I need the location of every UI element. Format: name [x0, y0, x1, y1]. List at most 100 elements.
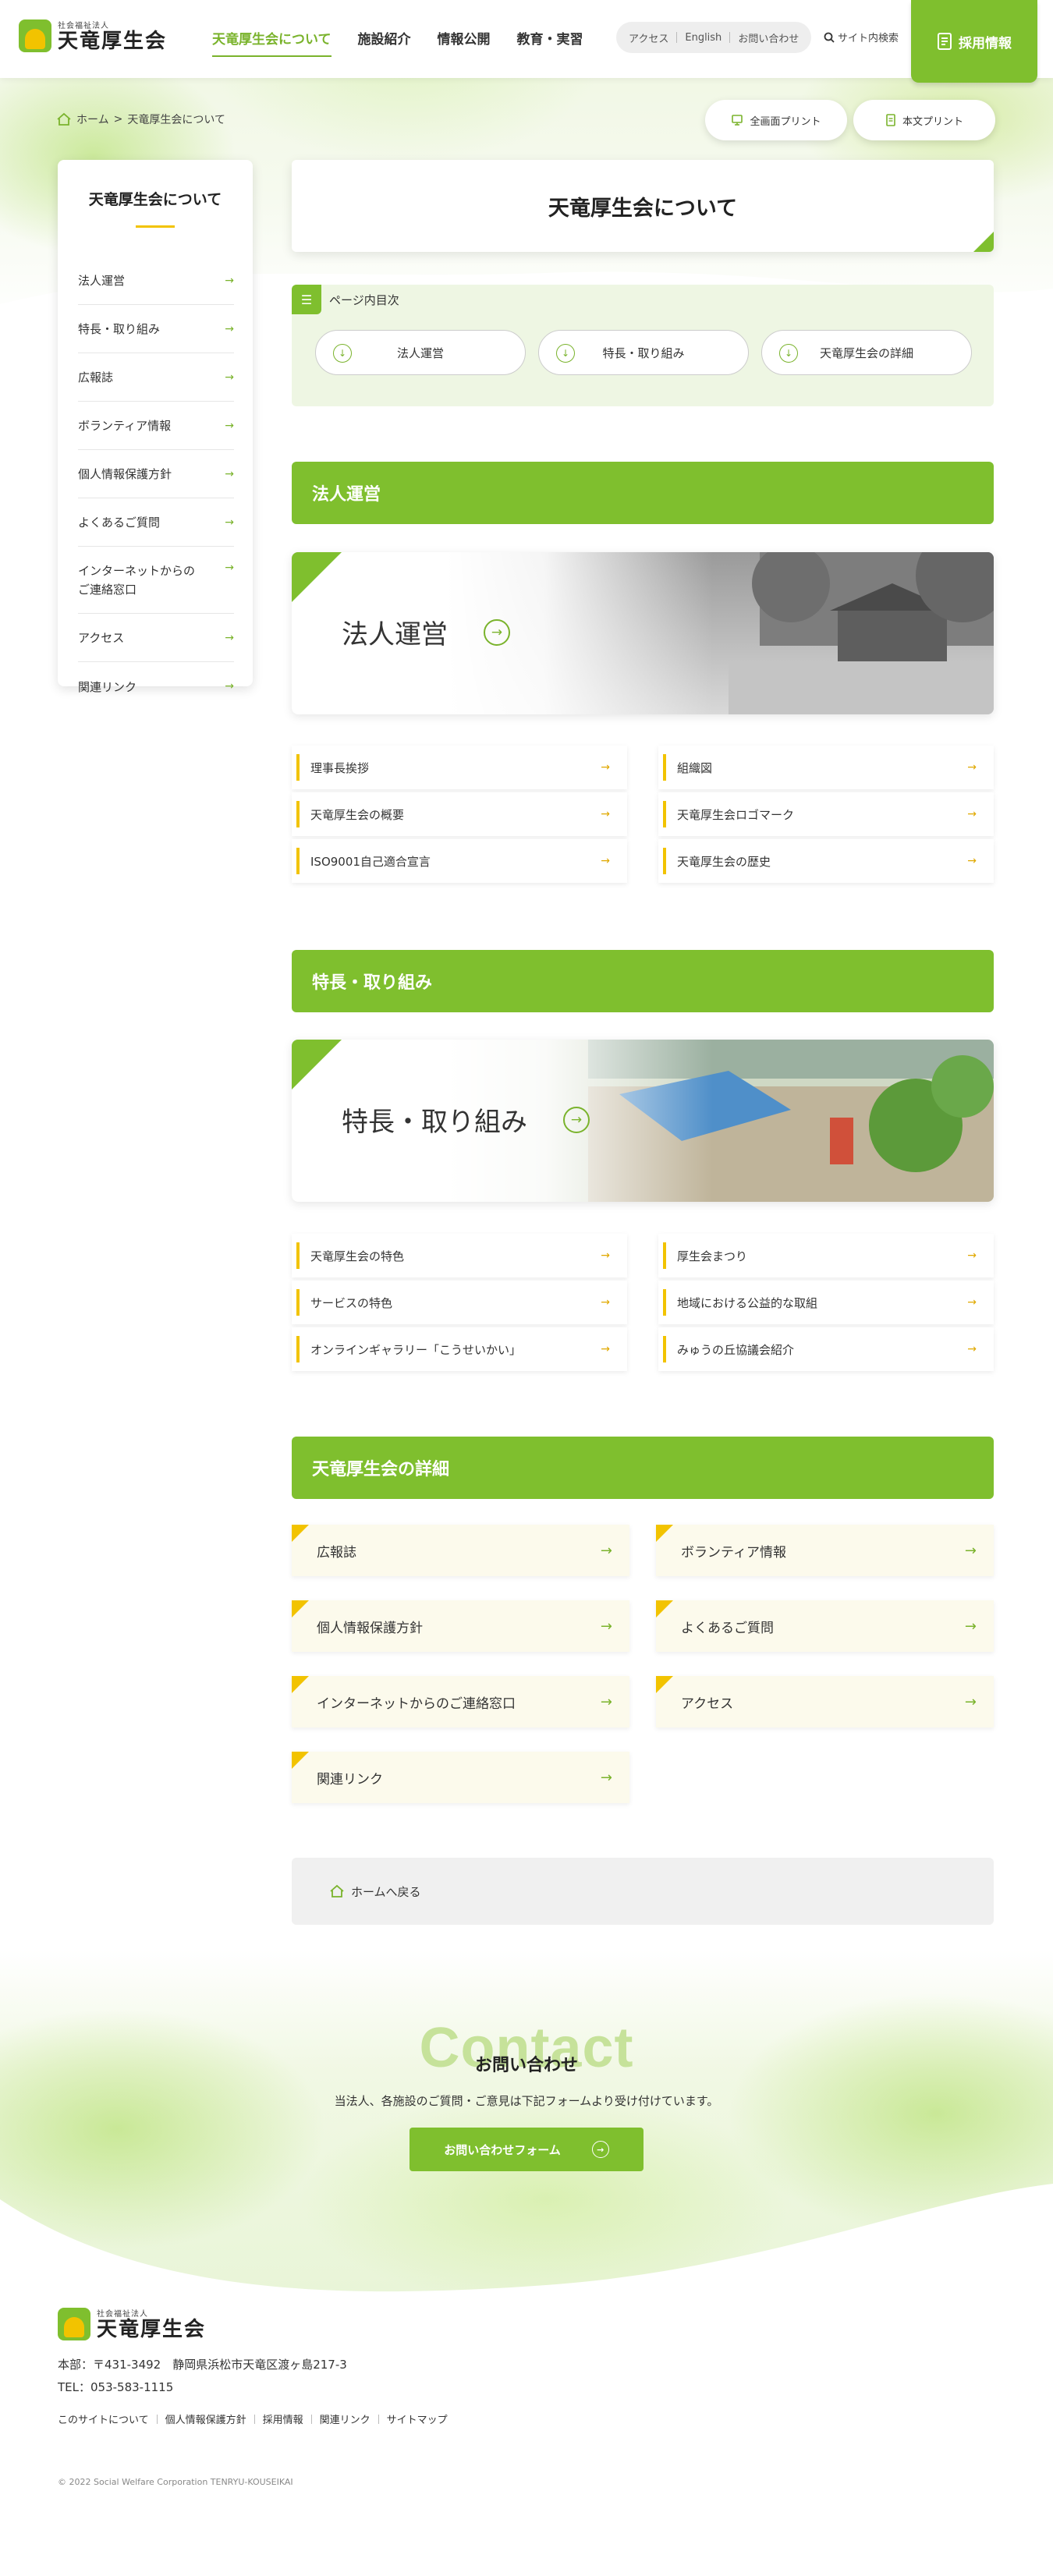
toc-label: ページ内目次 [329, 292, 399, 307]
section-heading-houjin: 法人運営 [292, 462, 994, 524]
sidebar-item-access[interactable]: アクセス → [78, 614, 234, 662]
arrow-right-icon: → [225, 467, 234, 480]
footer-link-privacy[interactable]: 個人情報保護方針 [165, 2411, 246, 2426]
contact-form-button[interactable]: お問い合わせフォーム → [410, 2128, 644, 2171]
arrow-right-icon: → [600, 1769, 612, 1786]
section-heading-tokucho: 特長・取り組み [292, 950, 994, 1012]
link-logomark[interactable]: 天竜厚生会ロゴマーク → [658, 792, 994, 836]
arrow-right-icon: → [225, 680, 234, 693]
toc-link-tokucho[interactable]: ↓ 特長・取り組み [538, 330, 749, 375]
toc-link-detail[interactable]: ↓ 天竜厚生会の詳細 [761, 330, 972, 375]
home-back-link[interactable]: ホームへ戻る [292, 1858, 994, 1925]
sidebar-item-contact[interactable]: インターネットからの ご連絡窓口 → [78, 547, 234, 614]
link-label: 天竜厚生会ロゴマーク [677, 807, 795, 822]
footer-link-related[interactable]: 関連リンク [320, 2411, 370, 2426]
monitor-icon [732, 115, 743, 126]
link-features[interactable]: 天竜厚生会の特色 → [292, 1234, 627, 1277]
nav-education[interactable]: 教育・実習 [517, 28, 583, 57]
sidebar-item-label: 広報誌 [78, 370, 114, 384]
link-label: みゅうの丘協議会紹介 [677, 1342, 795, 1357]
breadcrumb-separator: > [113, 113, 123, 126]
footer-address-block: 本部：〒431-3492 静岡県浜松市天竜区渡ヶ島217-3 TEL：053-5… [58, 2354, 347, 2398]
banner-houjin[interactable]: 法人運営 → [292, 552, 994, 714]
link-organization[interactable]: 組織図 → [658, 746, 994, 789]
toc-link-houjin[interactable]: ↓ 法人運営 [315, 330, 526, 375]
sidebar-item-label: 関連リンク [78, 679, 137, 694]
nav-about[interactable]: 天竜厚生会について [212, 28, 332, 57]
sidebar-item-houjin[interactable]: 法人運営 → [78, 257, 234, 305]
banner-label: 特長・取り組み → [342, 1100, 590, 1139]
footer-link-recruit[interactable]: 採用情報 [263, 2411, 303, 2426]
logo-title: 天竜厚生会 [58, 30, 168, 53]
sidebar-item-label: よくあるご質問 [78, 516, 161, 530]
detail-card-access[interactable]: アクセス → [656, 1676, 994, 1727]
link-label: 理事長挨拶 [310, 760, 370, 775]
arrow-right-icon: → [225, 274, 234, 287]
link-iso9001[interactable]: ISO9001自己適合宣言 → [292, 839, 627, 883]
arrow-right-icon: → [601, 1296, 610, 1309]
detail-card-faq[interactable]: よくあるご質問 → [656, 1600, 994, 1652]
sidebar-item-label: 特長・取り組み [78, 322, 161, 336]
sidebar-item-volunteer[interactable]: ボランティア情報 → [78, 402, 234, 450]
sidebar-list: 法人運営 → 特長・取り組み → 広報誌 → ボランティア情報 → 個人情報保護方針 → … [78, 257, 234, 710]
arrow-right-icon: → [601, 1343, 610, 1355]
link-community[interactable]: 地域における公益的な取組 → [658, 1281, 994, 1324]
arrow-right-icon: → [967, 1296, 977, 1309]
arrow-right-icon: → [967, 761, 977, 774]
contact-description: 当法人、各施設のご質問・ご意見は下記フォームより受け付けています。 [334, 2094, 719, 2108]
link-festival[interactable]: 厚生会まつり → [658, 1234, 994, 1277]
link-service-features[interactable]: サービスの特色 → [292, 1281, 627, 1324]
detail-card-privacy[interactable]: 個人情報保護方針 → [292, 1600, 629, 1652]
utility-english-link[interactable]: English [685, 32, 722, 44]
document-icon [886, 114, 895, 126]
sidebar-item-label: インターネットからの ご連絡窓口 [78, 563, 196, 597]
print-full-button[interactable]: 全画面プリント [705, 100, 847, 140]
banner-tokucho[interactable]: 特長・取り組み → [292, 1040, 994, 1202]
link-online-gallery[interactable]: オンラインギャラリー「こうせいかい」 → [292, 1327, 627, 1371]
link-overview[interactable]: 天竜厚生会の概要 → [292, 792, 627, 836]
footer-link-about-site[interactable]: このサイトについて [58, 2411, 149, 2426]
arrow-down-icon: ↓ [556, 344, 575, 363]
print-text-button[interactable]: 本文プリント [853, 100, 995, 140]
footer-links: このサイトについて 個人情報保護方針 採用情報 関連リンク サイトマップ [58, 2411, 448, 2426]
arrow-right-circle-icon: → [484, 618, 510, 646]
logo-subtitle: 社会福祉法人 [97, 2310, 148, 2319]
divider [729, 32, 731, 43]
detail-card-label: ボランティア情報 [681, 1544, 786, 1561]
arrow-right-icon: → [225, 419, 234, 432]
utility-contact-link[interactable]: お問い合わせ [738, 30, 799, 45]
utility-nav: アクセス English お問い合わせ [616, 22, 812, 53]
sidebar-item-tokucho[interactable]: 特長・取り組み → [78, 305, 234, 353]
site-search-button[interactable]: サイト内検索 [824, 30, 899, 44]
sidebar: 天竜厚生会について 法人運営 → 特長・取り組み → 広報誌 → ボランティア情報 → … [58, 160, 253, 694]
breadcrumb-home[interactable]: ホーム [76, 112, 109, 127]
link-council[interactable]: みゅうの丘協議会紹介 → [658, 1327, 994, 1371]
nav-disclosure[interactable]: 情報公開 [438, 28, 491, 57]
sidebar-item-label: 法人運営 [78, 274, 126, 288]
link-history[interactable]: 天竜厚生会の歴史 → [658, 839, 994, 883]
footer-logo[interactable]: 社会福祉法人 天竜厚生会 [58, 2307, 206, 2341]
sidebar-item-privacy[interactable]: 個人情報保護方針 → [78, 450, 234, 498]
sidebar-item-links[interactable]: 関連リンク → [78, 662, 234, 710]
logo-title: 天竜厚生会 [97, 2318, 207, 2341]
recruit-button[interactable]: 採用情報 [911, 0, 1037, 83]
sidebar-item-kohoshi[interactable]: 広報誌 → [78, 353, 234, 402]
detail-card-links[interactable]: 関連リンク → [292, 1752, 629, 1803]
site-header: 社会福祉法人 天竜厚生会 天竜厚生会について 施設紹介 情報公開 教育・実習 ア… [0, 0, 1053, 83]
arrow-right-icon: → [225, 370, 234, 384]
detail-card-volunteer[interactable]: ボランティア情報 → [656, 1525, 994, 1576]
site-logo[interactable]: 社会福祉法人 天竜厚生会 [19, 19, 167, 53]
toc-header: ☰ ページ内目次 [292, 285, 399, 314]
document-icon [938, 33, 952, 50]
nav-facilities[interactable]: 施設紹介 [358, 28, 411, 57]
detail-card-kohoshi[interactable]: 広報誌 → [292, 1525, 629, 1576]
link-chairman-greeting[interactable]: 理事長挨拶 → [292, 746, 627, 789]
footer-tel: TEL：053-583-1115 [58, 2379, 174, 2394]
footer-link-sitemap[interactable]: サイトマップ [387, 2411, 448, 2426]
detail-card-label: 関連リンク [317, 1771, 383, 1788]
link-label: 天竜厚生会の概要 [310, 807, 405, 822]
detail-card-contact[interactable]: インターネットからのご連絡窓口 → [292, 1676, 629, 1727]
utility-access-link[interactable]: アクセス [629, 30, 668, 45]
sidebar-item-faq[interactable]: よくあるご質問 → [78, 498, 234, 547]
link-label: 天竜厚生会の特色 [310, 1249, 405, 1263]
